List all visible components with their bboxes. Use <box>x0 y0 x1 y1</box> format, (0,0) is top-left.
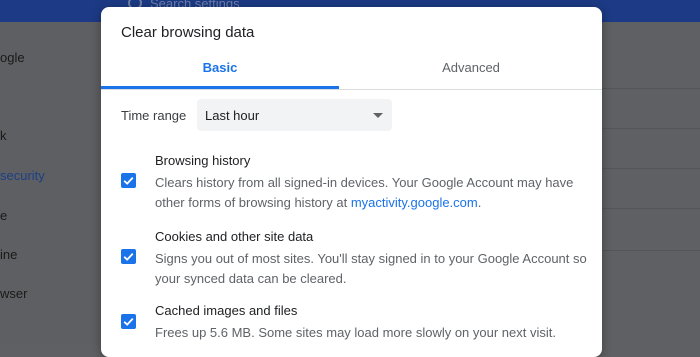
dropdown-arrow-icon <box>373 113 383 118</box>
cached-images-title: Cached images and files <box>155 303 298 318</box>
clear-browsing-data-dialog: Clear browsing data Basic Advanced Time … <box>101 7 602 357</box>
cookies-checkbox[interactable] <box>121 249 136 264</box>
time-range-value: Last hour <box>205 107 260 123</box>
cached-images-description: Frees up 5.6 MB. Some sites may load mor… <box>155 325 556 340</box>
sidebar-item-search-engine: ine <box>0 247 18 262</box>
cached-images-checkbox[interactable] <box>121 314 136 329</box>
checkmark-icon <box>123 252 134 261</box>
time-range-row: Time range Last hour <box>121 99 392 131</box>
sidebar-item-default-browser: wser <box>0 286 28 301</box>
sidebar-item-google: ogle <box>0 50 25 65</box>
tab-basic[interactable]: Basic <box>101 57 339 87</box>
checkmark-icon <box>123 317 134 326</box>
description-period: . <box>477 195 482 210</box>
time-range-select[interactable]: Last hour <box>197 99 392 131</box>
sidebar-item-security: security <box>0 168 45 183</box>
divider <box>602 168 700 169</box>
divider <box>602 208 700 209</box>
sidebar-item-autofill: k <box>0 128 7 143</box>
checkmark-icon <box>123 176 134 185</box>
time-range-label: Time range <box>121 107 187 123</box>
settings-sidebar: ogle k security e ine wser <box>0 22 100 345</box>
tab-bar: Basic Advanced <box>101 57 602 90</box>
divider <box>602 250 700 251</box>
tab-selected-indicator <box>101 86 339 89</box>
divider <box>602 128 700 129</box>
myactivity-link[interactable]: myactivity.google.com <box>351 195 478 210</box>
browsing-history-description: Clears history from all signed-in device… <box>155 173 595 213</box>
divider <box>602 88 700 89</box>
cookies-description: Signs you out of most sites. You'll stay… <box>155 251 587 286</box>
browsing-history-checkbox[interactable] <box>121 173 136 188</box>
dialog-title: Clear browsing data <box>121 24 255 41</box>
settings-content-edge <box>602 22 700 345</box>
sidebar-item-appearance: e <box>0 208 8 223</box>
tab-advanced[interactable]: Advanced <box>352 57 590 87</box>
cookies-title: Cookies and other site data <box>155 229 314 244</box>
browsing-history-title: Browsing history <box>155 153 251 168</box>
